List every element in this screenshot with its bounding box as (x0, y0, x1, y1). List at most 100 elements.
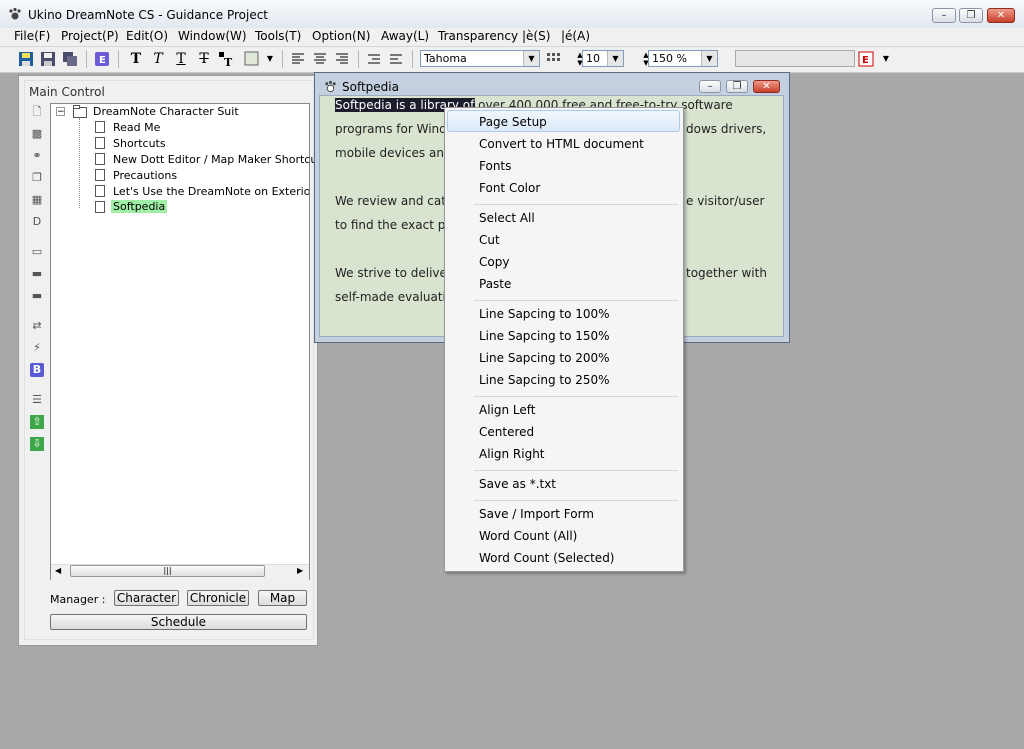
menu-tools[interactable]: Tools(T) (255, 29, 301, 43)
tree-item[interactable]: Precautions (113, 169, 177, 182)
text-line[interactable]: mobile devices and (335, 146, 452, 160)
menu-item-save-import-form[interactable]: Save / Import Form (479, 507, 594, 521)
align-center-icon[interactable] (312, 51, 328, 67)
text-line[interactable]: We review and cate (335, 194, 453, 208)
save-as-icon[interactable] (40, 51, 56, 67)
list-icon[interactable]: ☰ (30, 393, 44, 407)
highlight-color-icon[interactable] (244, 51, 260, 67)
maximize-button[interactable]: ❐ (959, 8, 983, 23)
save-all-icon[interactable] (62, 51, 78, 67)
menu-transparency[interactable]: Transparency (438, 29, 518, 43)
save-icon[interactable] (18, 51, 34, 67)
checker-icon[interactable]: ▦ (30, 193, 44, 207)
folder-closed-icon[interactable]: ▬ (30, 289, 44, 303)
app-paw-icon (8, 7, 22, 21)
pattern-icon[interactable]: ▩ (30, 127, 44, 141)
copy-icon[interactable]: ❐ (30, 171, 44, 185)
menu-item-save-txt[interactable]: Save as *.txt (479, 477, 556, 491)
close-button[interactable]: ✕ (987, 8, 1015, 23)
move-down-icon[interactable]: ⇩ (30, 437, 44, 451)
menu-away[interactable]: Away(L) (381, 29, 429, 43)
text-line[interactable]: to find the exact pr (335, 218, 450, 232)
minimize-button[interactable]: – (932, 8, 956, 23)
note-close-button[interactable]: ✕ (753, 80, 780, 93)
menu-item-copy[interactable]: Copy (479, 255, 509, 269)
menu-a[interactable]: |é(A) (561, 29, 590, 43)
character-button[interactable]: Character (114, 590, 179, 606)
menu-item-spacing-200[interactable]: Line Sapcing to 200% (479, 351, 610, 365)
menu-item-paste[interactable]: Paste (479, 277, 511, 291)
outdent-icon[interactable] (388, 51, 404, 67)
text-line[interactable]: We strive to deliver (335, 266, 452, 280)
strikethrough-icon[interactable]: T (196, 51, 212, 67)
search-field[interactable] (735, 50, 855, 67)
shuffle-icon[interactable]: ⇄ (30, 319, 44, 333)
menu-option[interactable]: Option(N) (312, 29, 370, 43)
menu-item-spacing-150[interactable]: Line Sapcing to 150% (479, 329, 610, 343)
font-size-value: 10 (586, 52, 600, 65)
d-document-icon[interactable]: D (30, 215, 44, 229)
folder-open-icon[interactable]: ▭ (30, 245, 44, 259)
schedule-button[interactable]: Schedule (50, 614, 307, 630)
editor-e-red-icon[interactable]: E (858, 51, 874, 67)
menu-edit[interactable]: Edit(O) (126, 29, 168, 43)
flash-icon[interactable]: ⚡ (30, 341, 44, 355)
menu-item-word-count-selected[interactable]: Word Count (Selected) (479, 551, 615, 565)
menu-item-spacing-250[interactable]: Line Sapcing to 250% (479, 373, 610, 387)
scroll-left-icon[interactable]: ◀ (55, 566, 61, 575)
note-maximize-button[interactable]: ❐ (726, 80, 748, 93)
text-line-right[interactable]: together with (686, 266, 767, 280)
text-color-icon[interactable]: T (218, 51, 234, 69)
tree-item[interactable]: Let's Use the DreamNote on Exterior Com (113, 185, 309, 198)
link-icon[interactable]: ⚭ (30, 149, 44, 163)
indent-icon[interactable] (366, 51, 382, 67)
bold-icon[interactable]: T (128, 51, 144, 67)
chronicle-button[interactable]: Chronicle (187, 590, 249, 606)
tree-item[interactable]: New Dott Editor / Map Maker Shortcuts (113, 153, 327, 166)
menu-item-font-color[interactable]: Font Color (479, 181, 540, 195)
menu-item-page-setup[interactable]: Page Setup (479, 115, 547, 129)
zoom-select[interactable]: 150 % ▼ (648, 50, 718, 67)
menu-file[interactable]: File(F) (14, 29, 50, 43)
tree-item[interactable]: Shortcuts (113, 137, 166, 150)
menu-item-spacing-100[interactable]: Line Sapcing to 100% (479, 307, 610, 321)
align-left-icon[interactable] (290, 51, 306, 67)
menu-item-convert-html[interactable]: Convert to HTML document (479, 137, 644, 151)
b-icon[interactable]: B (30, 363, 44, 377)
scroll-right-icon[interactable]: ▶ (297, 566, 303, 575)
tree-root[interactable]: DreamNote Character Suit (93, 105, 239, 118)
menu-item-centered[interactable]: Centered (479, 425, 534, 439)
italic-icon[interactable]: T (150, 51, 166, 67)
underline-icon[interactable]: T (173, 51, 189, 67)
new-document-icon[interactable]: 🗋 (30, 105, 44, 119)
collapse-toggle-icon[interactable]: − (56, 107, 65, 117)
menu-item-select-all[interactable]: Select All (479, 211, 535, 225)
chevron-down-icon[interactable]: ▼ (878, 51, 894, 67)
font-name-select[interactable]: Tahoma ▼ (420, 50, 540, 67)
note-minimize-button[interactable]: – (699, 80, 721, 93)
grid-icon[interactable] (545, 51, 561, 67)
text-line-right[interactable]: dows drivers, (686, 122, 766, 136)
font-size-select[interactable]: 10 ▼ (582, 50, 624, 67)
text-line[interactable]: self-made evaluatio (335, 290, 453, 304)
editor-e-icon[interactable]: E (94, 51, 110, 67)
menu-item-word-count-all[interactable]: Word Count (All) (479, 529, 577, 543)
menu-window[interactable]: Window(W) (178, 29, 247, 43)
project-tree[interactable] (50, 103, 310, 580)
move-up-icon[interactable]: ⇧ (30, 415, 44, 429)
menu-item-align-left[interactable]: Align Left (479, 403, 536, 417)
text-line[interactable]: programs for Windo (335, 122, 454, 136)
tree-item-selected[interactable]: Softpedia (111, 200, 168, 213)
menu-s[interactable]: |è(S) (522, 29, 550, 43)
menu-item-align-right[interactable]: Align Right (479, 447, 545, 461)
color-dropdown-icon[interactable]: ▼ (262, 51, 278, 67)
menu-item-fonts[interactable]: Fonts (479, 159, 511, 173)
scroll-thumb[interactable]: ||| (70, 565, 265, 577)
menu-item-cut[interactable]: Cut (479, 233, 500, 247)
text-line-right[interactable]: e visitor/user (686, 194, 764, 208)
menu-project[interactable]: Project(P) (61, 29, 119, 43)
map-button[interactable]: Map (258, 590, 307, 606)
align-right-icon[interactable] (334, 51, 350, 67)
tree-item[interactable]: Read Me (113, 121, 160, 134)
folder-icon[interactable]: ▬ (30, 267, 44, 281)
